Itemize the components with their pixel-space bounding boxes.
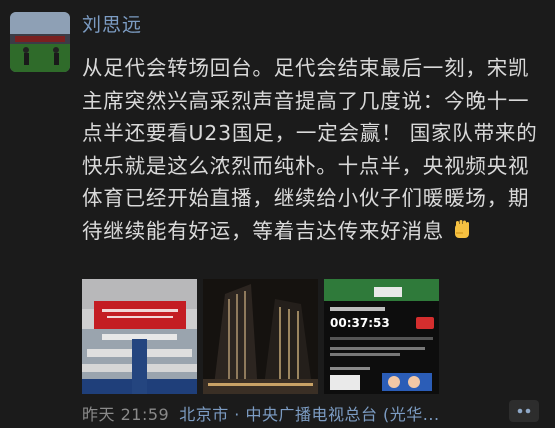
raised-fist-icon — [451, 218, 473, 240]
more-dots-icon — [517, 408, 531, 414]
post-location[interactable]: 北京市 · 中央广播电视总台 (光华... — [179, 405, 439, 424]
photo-conference-room[interactable] — [82, 279, 197, 394]
more-options-button[interactable] — [509, 400, 539, 422]
post-text: 从足代会转场回台。足代会结束最后一刻，宋凯主席突然兴高采烈声音提高了几度说：今晚… — [82, 56, 538, 243]
post-meta: 昨天 21:59 北京市 · 中央广播电视总台 (光华... — [82, 401, 440, 425]
post-time: 昨天 21:59 — [82, 405, 170, 424]
live-countdown: 00:37:53 — [330, 316, 390, 330]
author-name[interactable]: 刘思远 — [82, 10, 142, 37]
post-body: 从足代会转场回台。足代会结束最后一刻，宋凯主席突然兴高采烈声音提高了几度说：今晚… — [82, 52, 547, 247]
photo-city-night[interactable] — [203, 279, 318, 394]
photo-live-stream-screenshot[interactable]: 00:37:53 — [324, 279, 439, 394]
avatar-stadium-image — [10, 12, 70, 72]
author-avatar[interactable] — [10, 12, 70, 72]
